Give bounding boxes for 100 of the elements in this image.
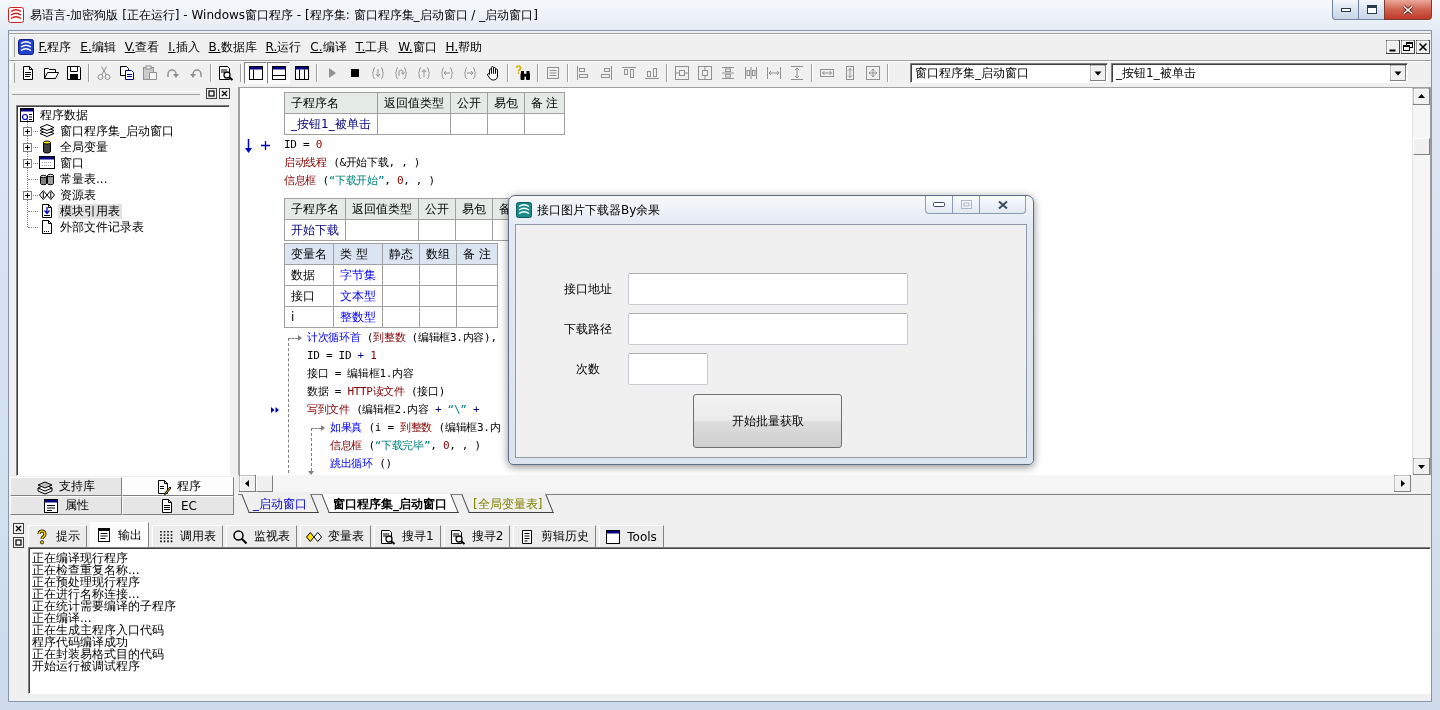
column-header: 子程序名 [284, 92, 378, 114]
menu-item[interactable]: B.数据库 [204, 37, 262, 57]
dotted-grid-icon [158, 528, 174, 545]
panel-tab[interactable]: 输出 [90, 522, 149, 547]
vertical-scrollbar[interactable] [1412, 88, 1430, 475]
close-icon[interactable] [12, 523, 24, 534]
output-line: 开始运行被调试程序 [32, 660, 140, 672]
window-title: 易语言-加密狗版 [正在运行] - Windows窗口程序 - [程序集: 窗口程序集_启动窗口 / _启动窗口] [30, 7, 538, 23]
tree-item[interactable]: 全局变量 [19, 139, 110, 155]
dropdown[interactable]: 窗口程序集_启动窗口 [910, 63, 1108, 83]
menu-item[interactable]: T.工具 [351, 37, 394, 57]
minimize-icon[interactable] [1386, 40, 1400, 54]
dropdown[interactable]: _按钮1_被单击 [1111, 63, 1408, 83]
table-cell: _按钮1_被单击 [284, 113, 378, 135]
panel-tab[interactable]: 调用表 [152, 525, 223, 547]
panel-tab[interactable]: 程序 [122, 477, 234, 496]
code-line: 信息框 (“下载完毕”, 0, , ) [330, 439, 481, 453]
input-field[interactable] [628, 353, 708, 385]
column-header: 备 注 [524, 92, 565, 114]
column-header: 返回值类型 [345, 198, 419, 220]
restore-icon[interactable] [206, 87, 217, 99]
code-line: 计次循环首 (到整数 (编辑框3.内容), [307, 331, 497, 345]
scroll-down-button[interactable] [1413, 458, 1430, 475]
tree-item[interactable]: 窗口 [19, 155, 86, 171]
magnifier-document-icon[interactable] [217, 65, 234, 81]
output-line: 正在编译现行程序 [32, 552, 128, 564]
panel-tab[interactable]: Tools [599, 525, 664, 547]
document-icon [159, 497, 175, 514]
menu-item[interactable]: R.运行 [261, 37, 306, 57]
tree-item[interactable]: 外部文件记录表 [19, 219, 146, 235]
close-button[interactable] [979, 196, 1026, 214]
tree-item[interactable]: 资源表 [19, 187, 98, 203]
app-logo-icon [8, 7, 24, 23]
document-tab[interactable]: [全局变量表] [460, 495, 556, 513]
menu-item[interactable]: E.编辑 [75, 37, 121, 57]
column-header: 易包 [455, 198, 493, 220]
scroll-right-button[interactable] [1394, 475, 1411, 492]
stacked-layers-icon [37, 478, 53, 495]
close-button[interactable] [1384, 0, 1432, 20]
scrollbar-thumb[interactable] [256, 475, 273, 492]
output-line: 正在编译... [32, 612, 92, 624]
diamonds-icon [39, 187, 55, 203]
window-icon [39, 155, 55, 171]
column-header: 公开 [418, 198, 456, 220]
hand-icon[interactable] [484, 65, 501, 81]
folder-icon[interactable] [42, 65, 59, 81]
scroll-up-button[interactable] [1413, 88, 1430, 105]
tree-item[interactable]: 常量表... [19, 171, 110, 187]
code-line: 如果真 (i = 到整数 (编辑框3.内 [330, 421, 501, 435]
panel-tab[interactable]: EC [122, 496, 234, 515]
scroll-left-button[interactable] [239, 475, 256, 492]
plus-box-icon[interactable] [23, 191, 32, 200]
plus-box-icon[interactable] [23, 159, 32, 168]
document-pencil-icon [155, 478, 171, 495]
dropdown-button[interactable] [1090, 65, 1106, 81]
restore-icon[interactable] [12, 537, 24, 548]
column-header: 静态 [382, 243, 420, 265]
close-icon[interactable] [1416, 40, 1430, 54]
column-header: 变量名 [284, 243, 334, 265]
horizontal-scrollbar[interactable] [239, 475, 1411, 492]
table-cell: i [284, 306, 334, 328]
menu-item[interactable]: V.查看 [120, 37, 164, 57]
start-button[interactable]: 开始批量获取 [693, 394, 842, 448]
input-field[interactable] [628, 313, 908, 345]
maximize-button[interactable] [1358, 0, 1385, 20]
panel-tab[interactable]: 支持库 [10, 477, 122, 496]
output-line: 正在检查重复名称... [32, 564, 140, 576]
panel-tab[interactable]: 提示 [28, 525, 87, 547]
menu-item[interactable]: W.窗口 [393, 37, 442, 57]
binoculars-icon[interactable] [514, 65, 531, 81]
plus-box-icon[interactable] [23, 127, 32, 136]
input-field[interactable] [628, 273, 908, 305]
panel-tab[interactable]: 搜寻1 [374, 525, 441, 547]
column-header: 易包 [487, 92, 525, 114]
menu-item[interactable]: I.插入 [163, 37, 205, 57]
field-label: 次数 [576, 360, 600, 378]
column-header: 公开 [450, 92, 488, 114]
tree-item[interactable]: 窗口程序集_启动窗口 [19, 123, 176, 139]
scrollbar-thumb[interactable] [1413, 138, 1430, 155]
field-label: 下载路径 [564, 320, 612, 338]
panel-tab[interactable]: 属性 [10, 496, 122, 515]
panel-tab[interactable]: 搜寻2 [443, 525, 511, 547]
restore-icon[interactable] [1401, 40, 1415, 54]
close-icon[interactable] [219, 87, 230, 99]
document-tab[interactable]: _启动窗口 [240, 495, 320, 513]
dropdown-button[interactable] [1390, 65, 1406, 81]
plus-box-icon[interactable] [23, 143, 32, 152]
code-line: 写到文件 (编辑框2.内容 + “\” + [307, 403, 480, 417]
menu-item[interactable]: C.编译 [305, 37, 352, 57]
field-label: 接口地址 [564, 280, 612, 298]
panel-tab[interactable]: 变量表 [300, 525, 371, 547]
menu-item[interactable]: F.程序 [34, 37, 76, 57]
tree-item[interactable]: 程序数据 [19, 107, 90, 123]
document-tab[interactable]: 窗口程序集_启动窗口 [320, 495, 460, 513]
panel-tab[interactable]: 监视表 [226, 525, 297, 547]
minimize-button[interactable] [1332, 0, 1359, 20]
minimize-button[interactable] [925, 196, 953, 214]
menu-item[interactable]: H.帮助 [441, 37, 487, 57]
copy-icon[interactable] [118, 65, 135, 81]
panel-tab[interactable]: 剪辑历史 [513, 525, 597, 547]
